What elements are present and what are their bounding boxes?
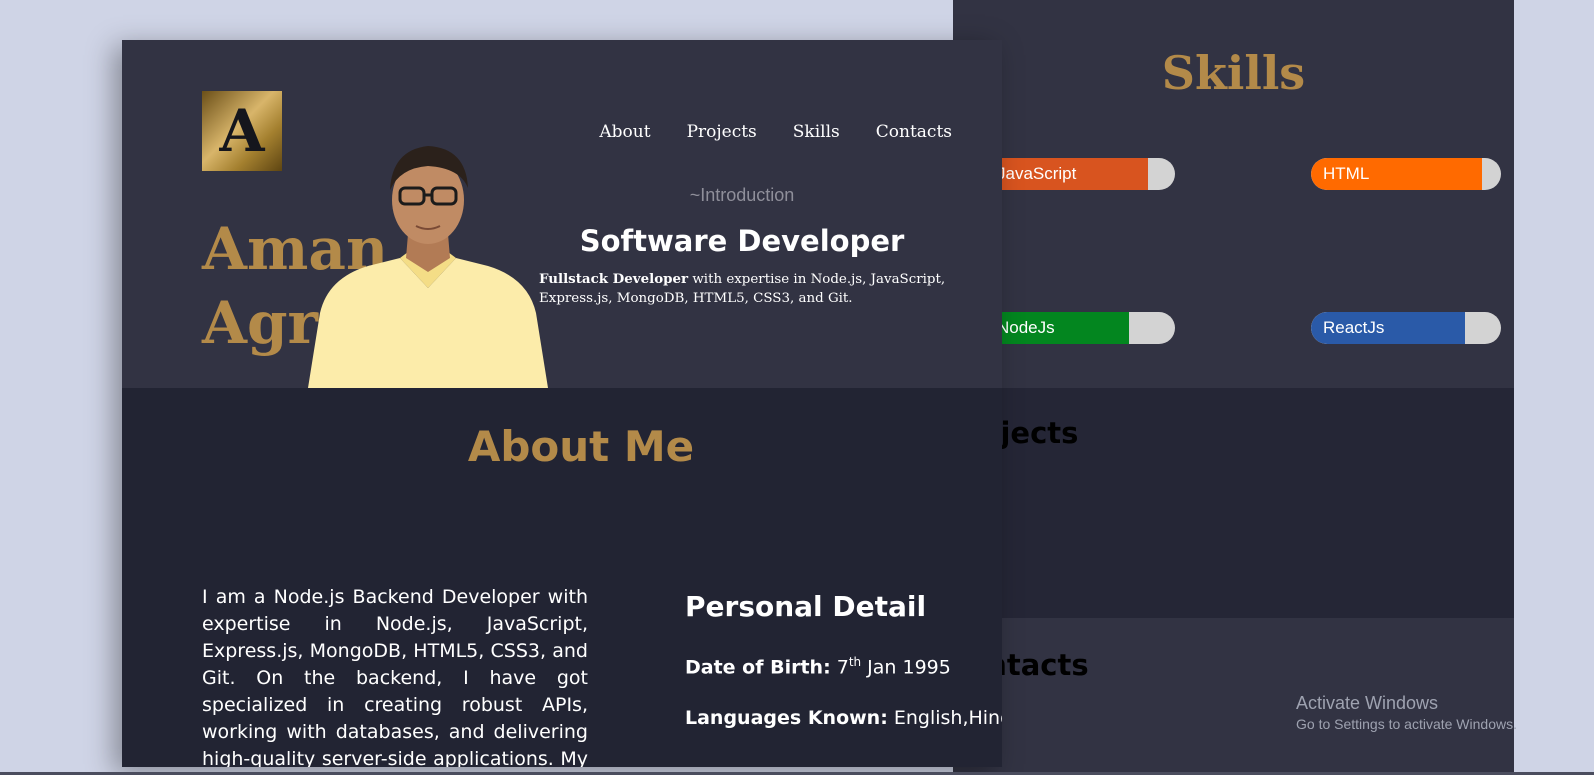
intro-role: Software Developer [579, 224, 905, 258]
hero-section: A About Projects Skills Contacts Aman Ag… [122, 40, 1002, 388]
logo[interactable]: A [202, 91, 282, 171]
about-text: I am a Node.js Backend Developer with ex… [202, 586, 588, 767]
skill-bar-nodejs: NodeJs [985, 312, 1175, 344]
skill-fill-html: HTML [1311, 158, 1482, 190]
about-title: About Me [467, 422, 695, 471]
nav-projects[interactable]: Projects [687, 122, 757, 142]
dob-line: Date of Birth: 7th Jan 1995 [685, 655, 951, 678]
languages-line: Languages Known: English,Hindi [685, 707, 1002, 729]
intro-desc-bold: Fullstack Developer [539, 271, 689, 287]
projects-section: Projects [953, 388, 1514, 618]
portfolio-window: A About Projects Skills Contacts Aman Ag… [122, 40, 1002, 767]
skill-bar-javascript: JavaScript [985, 158, 1175, 190]
nav-about[interactable]: About [599, 122, 650, 142]
dob-day: 7 [836, 656, 849, 679]
skill-fill-javascript: JavaScript [985, 158, 1149, 190]
dob-label: Date of Birth: [685, 656, 831, 679]
skill-fill-reactjs: ReactJs [1311, 312, 1465, 344]
profile-photo [308, 146, 548, 388]
watermark-line1: Activate Windows [1296, 693, 1439, 713]
languages-value: English,Hindi [893, 707, 1002, 729]
logo-letter: A [219, 97, 265, 165]
skill-label: HTML [1323, 164, 1370, 183]
skills-title: Skills [1161, 46, 1306, 100]
activate-windows-watermark: Activate Windows Go to Settings to activ… [1296, 693, 1517, 732]
nav-skills[interactable]: Skills [793, 122, 840, 142]
skill-fill-nodejs: NodeJs [985, 312, 1130, 344]
skill-label: NodeJs [997, 318, 1055, 337]
intro-kicker: ~Introduction [689, 185, 795, 205]
languages-label: Languages Known: [685, 707, 888, 729]
personal-detail-title: Personal Detail [685, 590, 927, 623]
intro-description: Fullstack Developer with expertise in No… [539, 270, 959, 308]
skill-label: ReactJs [1323, 318, 1385, 337]
skill-label: JavaScript [997, 164, 1077, 183]
skill-bar-html: HTML [1311, 158, 1501, 190]
skill-bar-reactjs: ReactJs [1311, 312, 1501, 344]
dob-rest: Jan 1995 [861, 656, 951, 679]
skills-panel: Skills JavaScript HTML NodeJs ReactJs Pr… [953, 0, 1514, 775]
nav-contacts[interactable]: Contacts [876, 122, 952, 142]
watermark-line2: Go to Settings to activate Windows. [1296, 716, 1517, 732]
main-nav: About Projects Skills Contacts [599, 122, 952, 142]
dob-suffix: th [848, 655, 862, 669]
